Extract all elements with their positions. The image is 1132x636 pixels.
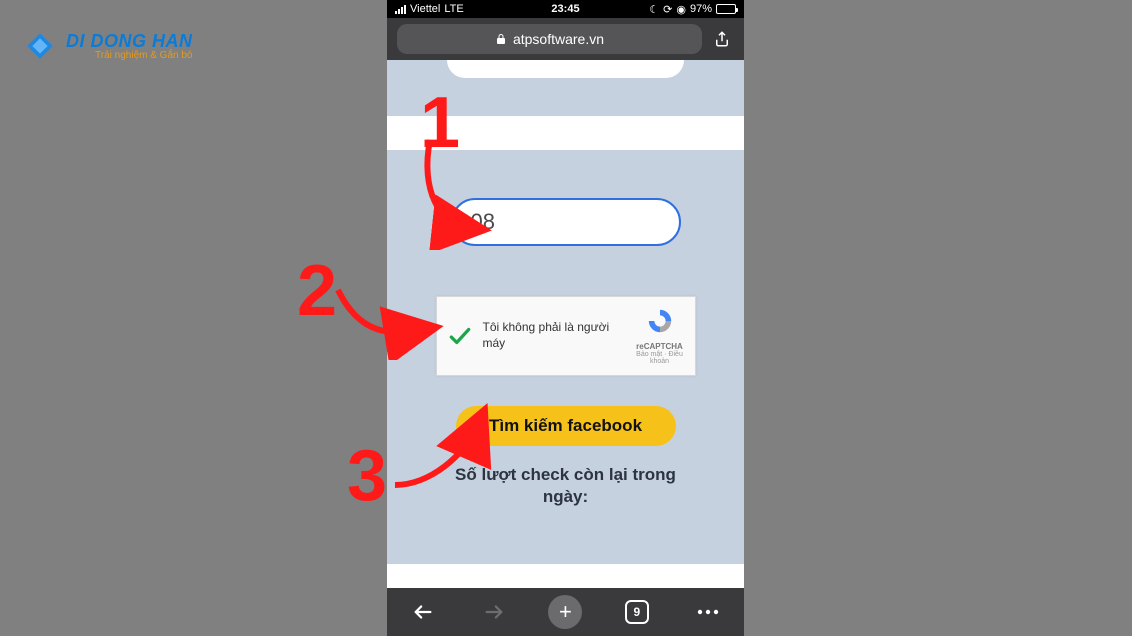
orientation-lock-icon: ⟳: [663, 3, 672, 16]
recaptcha-label: Tôi không phải là người máy: [483, 320, 625, 351]
checkmark-icon: [447, 323, 473, 349]
watermark-subtitle: Trải nghiệm & Gắn bó: [66, 50, 193, 61]
remaining-checks-label: Số lượt check còn lại trong ngày:: [407, 464, 724, 508]
search-facebook-button[interactable]: Tìm kiếm facebook: [456, 406, 676, 446]
page-top-band: [387, 60, 744, 116]
browser-bottom-toolbar: + 9: [387, 588, 744, 636]
webpage-viewport: 08 Tôi không phải là người máy reCAPTCHA: [387, 60, 744, 588]
diamond-icon: [22, 28, 58, 64]
new-tab-button[interactable]: +: [545, 592, 585, 632]
battery-icon: [716, 4, 736, 14]
search-button-label: Tìm kiếm facebook: [489, 416, 642, 435]
url-field[interactable]: atpsoftware.vn: [397, 24, 702, 54]
top-pill: [447, 60, 684, 78]
search-form-card: 08 Tôi không phải là người máy reCAPTCHA: [387, 150, 744, 564]
signal-icon: [395, 4, 406, 14]
share-button[interactable]: [710, 27, 734, 51]
recaptcha-brand: reCAPTCHA: [635, 342, 685, 351]
white-separator: [387, 116, 744, 150]
status-bar: Viettel LTE 23:45 ☾ ⟳ ◉ 97%: [387, 0, 744, 18]
phone-frame: Viettel LTE 23:45 ☾ ⟳ ◉ 97% atpsoftware.…: [387, 0, 744, 636]
watermark-logo: DI DONG HAN Trải nghiệm & Gắn bó: [22, 28, 193, 64]
alarm-icon: ◉: [676, 3, 686, 16]
plus-icon: +: [548, 595, 582, 629]
phone-number-value: 08: [471, 209, 495, 235]
tab-count-badge: 9: [625, 600, 649, 624]
watermark-title: DI DONG HAN: [66, 31, 193, 52]
ellipsis-icon: [697, 609, 719, 615]
recaptcha-meta-links: Bảo mật · Điều khoản: [635, 351, 685, 365]
tabs-button[interactable]: 9: [617, 592, 657, 632]
menu-button[interactable]: [688, 592, 728, 632]
forward-button[interactable]: [474, 592, 514, 632]
lock-icon: [495, 33, 507, 45]
forward-arrow-icon: [483, 601, 505, 623]
annotation-step-3: 3: [347, 435, 387, 517]
url-text: atpsoftware.vn: [513, 31, 604, 47]
carrier-label: Viettel: [410, 3, 440, 15]
browser-url-bar: atpsoftware.vn: [387, 18, 744, 60]
share-icon: [713, 30, 731, 48]
recaptcha-widget[interactable]: Tôi không phải là người máy reCAPTCHA Bả…: [436, 296, 696, 376]
phone-number-input[interactable]: 08: [451, 198, 681, 246]
annotation-step-2: 2: [297, 250, 337, 332]
recaptcha-icon: [646, 307, 674, 335]
recaptcha-badge: reCAPTCHA Bảo mật · Điều khoản: [635, 307, 685, 365]
moon-icon: ☾: [649, 3, 659, 16]
network-label: LTE: [444, 3, 463, 15]
battery-pct: 97%: [690, 3, 712, 15]
back-arrow-icon: [412, 601, 434, 623]
recaptcha-checkmark: [447, 323, 473, 349]
back-button[interactable]: [403, 592, 443, 632]
clock: 23:45: [551, 3, 579, 15]
